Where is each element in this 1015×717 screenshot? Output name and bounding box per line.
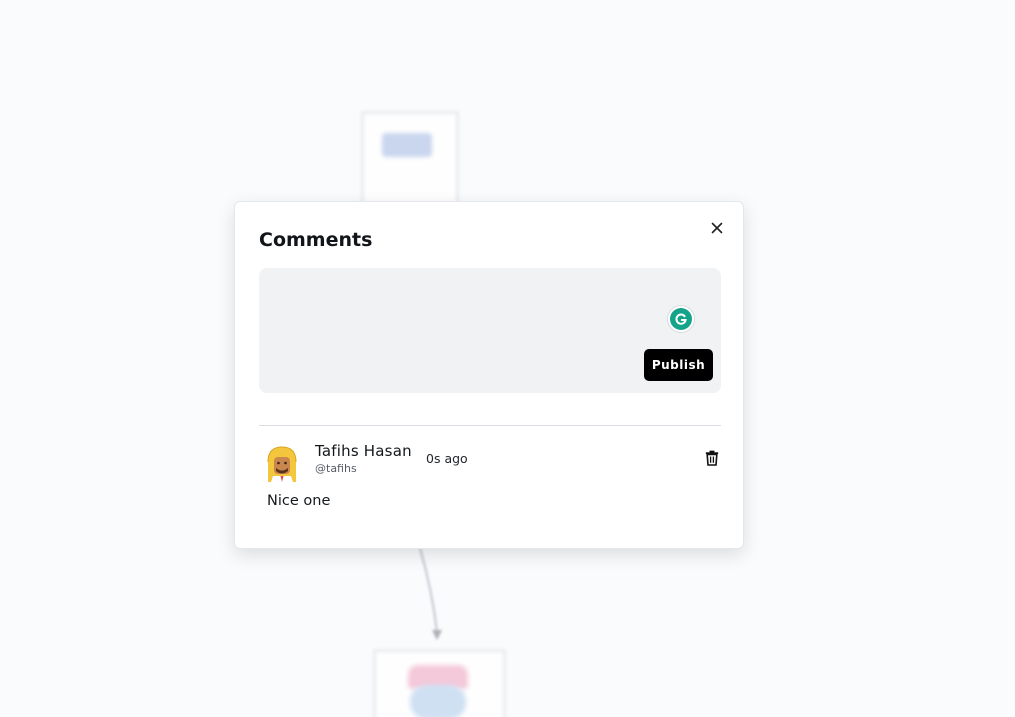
divider xyxy=(259,425,721,426)
comment-editor[interactable]: Publish xyxy=(259,268,721,393)
comment-timestamp: 0s ago xyxy=(426,451,468,466)
grammarly-button[interactable] xyxy=(668,306,694,332)
close-icon xyxy=(711,222,723,234)
background-node-image-lower xyxy=(410,685,466,717)
comment-item: Tafihs Hasan @tafihs 0s ago Nice one xyxy=(259,440,721,520)
modal-title: Comments xyxy=(259,229,373,251)
close-button[interactable] xyxy=(707,218,727,238)
comment-author-handle: @tafihs xyxy=(315,462,357,475)
avatar-icon xyxy=(267,446,297,482)
comment-author-name: Tafihs Hasan xyxy=(315,442,412,460)
trash-icon xyxy=(705,450,719,466)
grammarly-icon xyxy=(670,308,692,330)
comment-text: Nice one xyxy=(267,493,331,509)
background-node-logo xyxy=(382,133,432,157)
comments-modal: Comments Publish Tafihs Hasan @tafihs 0s… xyxy=(234,201,744,549)
publish-button[interactable]: Publish xyxy=(644,349,713,381)
comment-input[interactable] xyxy=(259,268,721,348)
delete-comment-button[interactable] xyxy=(703,448,721,468)
